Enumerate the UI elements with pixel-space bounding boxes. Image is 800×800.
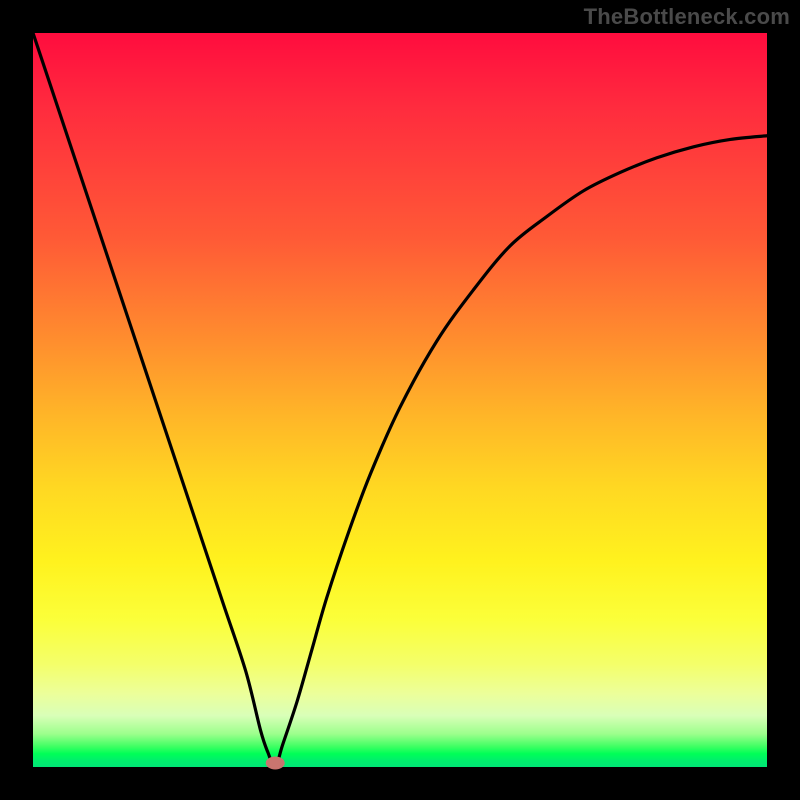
plot-area [33, 33, 767, 767]
watermark-text: TheBottleneck.com [584, 4, 790, 30]
curve-layer [33, 33, 767, 767]
bottleneck-curve [33, 33, 767, 767]
chart-frame: TheBottleneck.com [0, 0, 800, 800]
minimum-marker [266, 757, 284, 769]
